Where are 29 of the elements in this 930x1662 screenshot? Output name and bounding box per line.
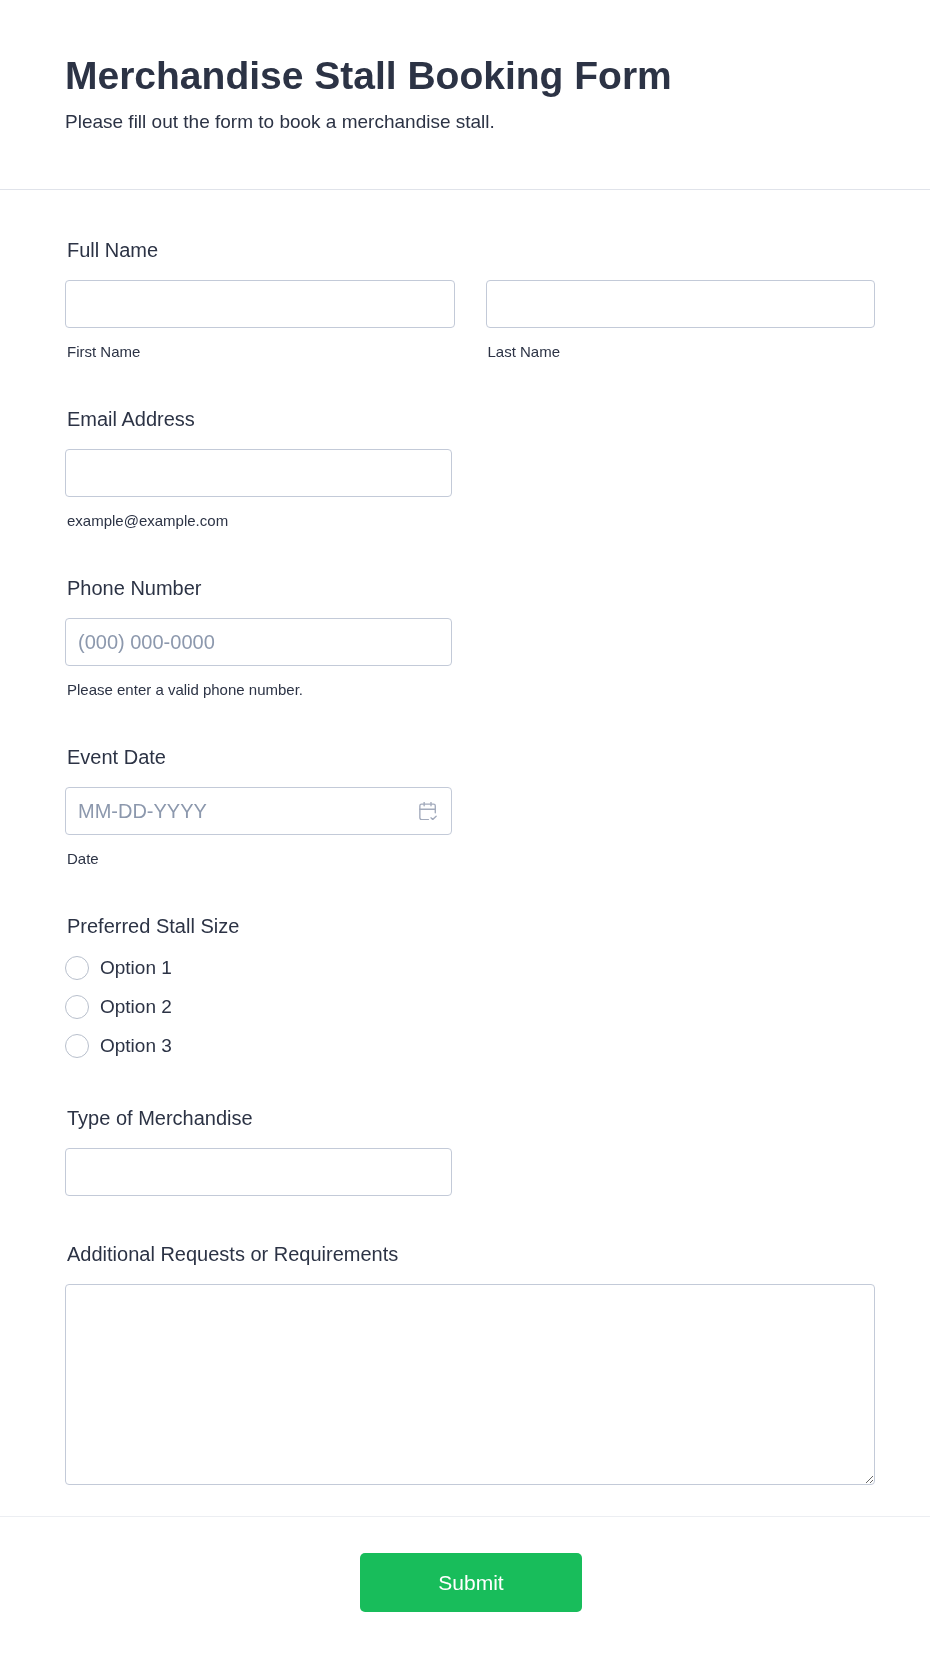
field-caption: First Name: [67, 343, 141, 361]
field-label: Email Address: [67, 407, 195, 431]
input-field[interactable]: [65, 449, 452, 497]
form-description: Please fill out the form to book a merchandise stall.: [65, 110, 495, 134]
field-label: Preferred Stall Size: [67, 914, 240, 938]
field-label: Type of Merchandise: [67, 1106, 253, 1130]
field-caption: Last Name: [487, 343, 561, 361]
textarea-field[interactable]: [65, 1284, 875, 1485]
radio-button[interactable]: [65, 1034, 89, 1058]
form-title: Merchandise Stall Booking Form: [65, 53, 672, 99]
option-label: Option 2: [100, 995, 172, 1019]
radio-button[interactable]: [65, 956, 89, 980]
input-field[interactable]: [65, 1148, 452, 1196]
field-caption: Date: [67, 850, 99, 868]
option-label: Option 1: [100, 956, 172, 980]
calendar-icon[interactable]: [419, 802, 437, 820]
field-caption: Please enter a valid phone number.: [67, 681, 303, 699]
field-label: Phone Number: [67, 576, 202, 600]
field-label: Event Date: [67, 745, 166, 769]
field-label: Full Name: [67, 238, 159, 262]
input-field[interactable]: (000) 000-0000: [65, 618, 452, 666]
option-label: Option 3: [100, 1034, 172, 1058]
radio-button[interactable]: [65, 995, 89, 1019]
date-field[interactable]: MM-DD-YYYY: [65, 787, 452, 835]
field-label: Additional Requests or Requirements: [67, 1242, 399, 1266]
submit-button[interactable]: Submit: [360, 1553, 582, 1612]
input-field[interactable]: [485, 280, 875, 328]
input-field[interactable]: [65, 280, 455, 328]
field-caption: example@example.com: [67, 512, 229, 530]
